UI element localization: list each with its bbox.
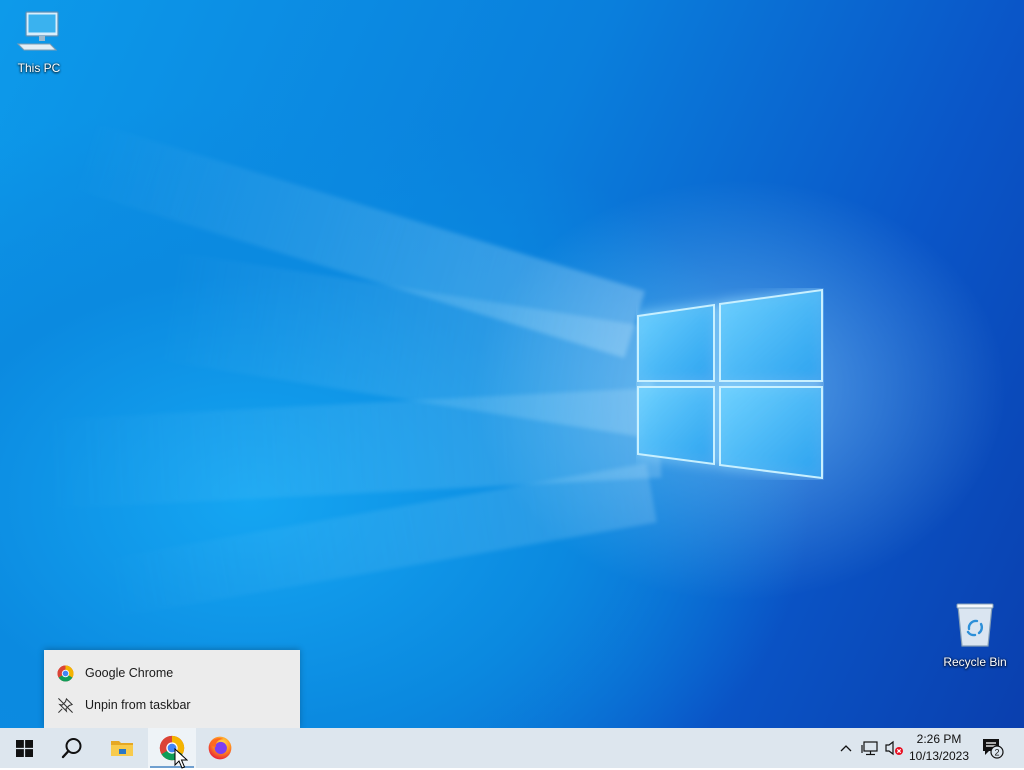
menu-item-open-google-chrome[interactable]: Google Chrome [44,657,300,689]
windows-wallpaper-logo [637,288,823,480]
unpin-icon [56,696,74,714]
menu-item-unpin-from-taskbar[interactable]: Unpin from taskbar [44,689,300,721]
action-center-button[interactable]: 2 [978,728,1008,768]
notification-count-badge: 2 [994,748,999,758]
clock-time: 2:26 PM [916,732,962,746]
menu-item-label: Google Chrome [85,666,174,680]
taskbar-file-explorer[interactable] [98,728,146,768]
taskbar-firefox[interactable] [196,728,244,768]
network-icon [861,741,878,756]
volume-button[interactable] [883,728,905,768]
menu-item-label: Unpin from taskbar [85,698,191,712]
desktop-icon-this-pc[interactable]: This PC [1,10,77,75]
recycle-bin-icon [956,603,994,647]
show-hidden-icons-button[interactable] [836,728,856,768]
search-icon [61,738,82,759]
search-button[interactable] [48,728,96,768]
taskbar-jump-list: Google Chrome Unpin from taskbar [44,650,300,728]
clock-button[interactable]: 2:26 PM 10/13/2023 [906,731,972,767]
chevron-up-icon [840,745,852,752]
folder-icon [111,741,133,756]
volume-muted-icon [885,740,903,756]
network-status-button[interactable] [858,728,882,768]
taskbar: 2:26 PM 10/13/2023 2 [0,728,1024,768]
start-button[interactable] [0,728,48,768]
desktop-icon-recycle-bin[interactable]: Recycle Bin [937,602,1013,669]
desktop-icon-label: Recycle Bin [943,655,1007,669]
desktop-icon-label: This PC [17,61,61,75]
windows-logo-icon [15,739,33,757]
computer-icon [16,11,59,51]
firefox-icon [208,736,232,760]
clock-date: 10/13/2023 [908,749,970,763]
mouse-cursor-icon [174,748,188,769]
taskbar-google-chrome[interactable] [148,728,196,768]
chrome-icon [56,664,74,682]
desktop[interactable]: This PC Recycle Bin [0,0,1024,728]
notification-icon: 2 [983,739,1004,759]
